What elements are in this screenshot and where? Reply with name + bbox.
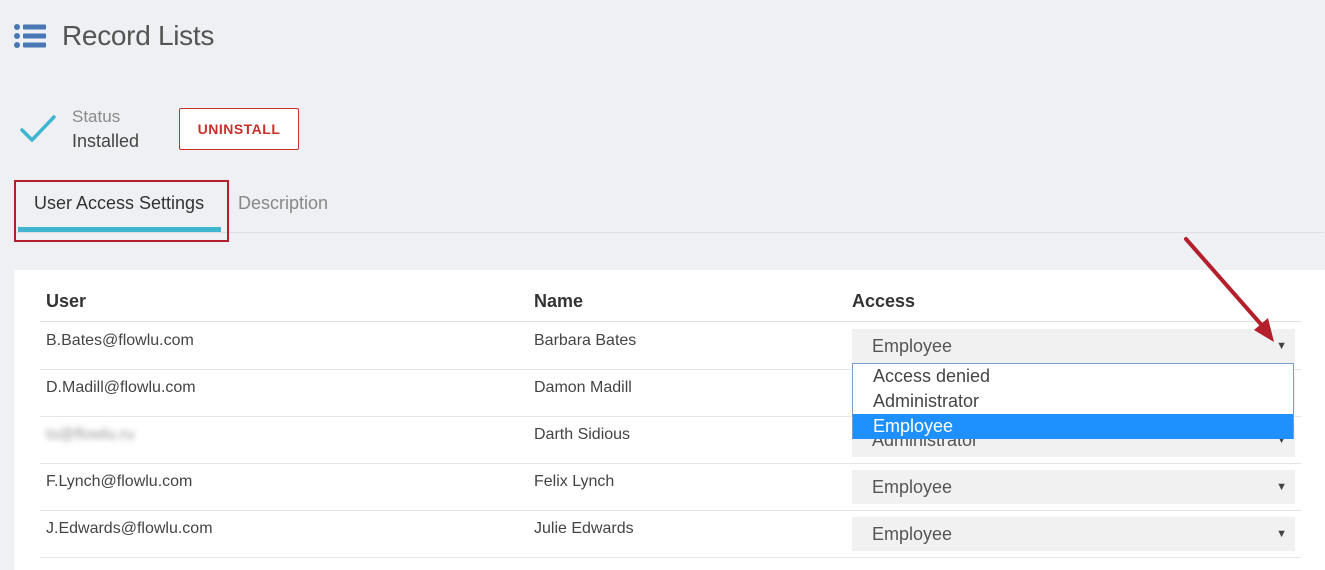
tab-user-access-settings[interactable]: User Access Settings [14,180,229,242]
user-name: Barbara Bates [534,332,637,349]
user-email: B.Bates@flowlu.com [46,332,194,349]
column-header-name: Name [534,291,584,311]
access-select[interactable]: Employee ▼ [852,470,1295,504]
user-email: F.Lynch@flowlu.com [46,473,193,490]
user-name: Julie Edwards [534,520,634,537]
column-header-access: Access [852,291,916,311]
list-icon [14,24,46,48]
dropdown-option-employee[interactable]: Employee [853,414,1293,439]
user-email: D.Madill@flowlu.com [46,379,196,396]
user-email: J.Edwards@flowlu.com [46,520,213,537]
tab-label: User Access Settings [34,193,205,213]
user-name: Darth Sidious [534,426,631,443]
chevron-down-icon: ▼ [1276,528,1287,540]
annotation-arrow-icon [1184,237,1274,342]
active-tab-indicator [18,227,221,232]
user-name: Damon Madill [534,379,632,396]
status-block: Status Installed [20,105,139,153]
access-select-value: Employee [872,336,953,356]
dropdown-option-access-denied[interactable]: Access denied [853,364,1293,389]
chevron-down-icon: ▼ [1276,481,1287,493]
access-select-value: Employee [872,477,953,497]
user-name: Felix Lynch [534,473,615,490]
table-row: F.Lynch@flowlu.com Felix Lynch Employee … [40,463,1301,511]
tab-bar: User Access Settings Description [14,180,1324,242]
table-row: J.Edwards@flowlu.com Julie Edwards Emplo… [40,510,1301,558]
uninstall-button[interactable]: UNINSTALL [179,108,299,150]
tab-description[interactable]: Description [238,192,328,214]
status-label: Status [72,107,121,126]
page-header: Record Lists [14,14,214,58]
dropdown-option-administrator[interactable]: Administrator [853,389,1293,414]
check-icon [20,115,56,142]
access-select-value: Employee [872,524,953,544]
user-email: ts@flowlu.ru [46,426,135,443]
column-header-user: User [46,291,87,311]
page-title: Record Lists [62,20,215,51]
access-select[interactable]: Employee ▼ [852,517,1295,551]
access-dropdown-list: Access denied Administrator Employee [852,363,1294,439]
status-value: Installed [72,131,140,151]
